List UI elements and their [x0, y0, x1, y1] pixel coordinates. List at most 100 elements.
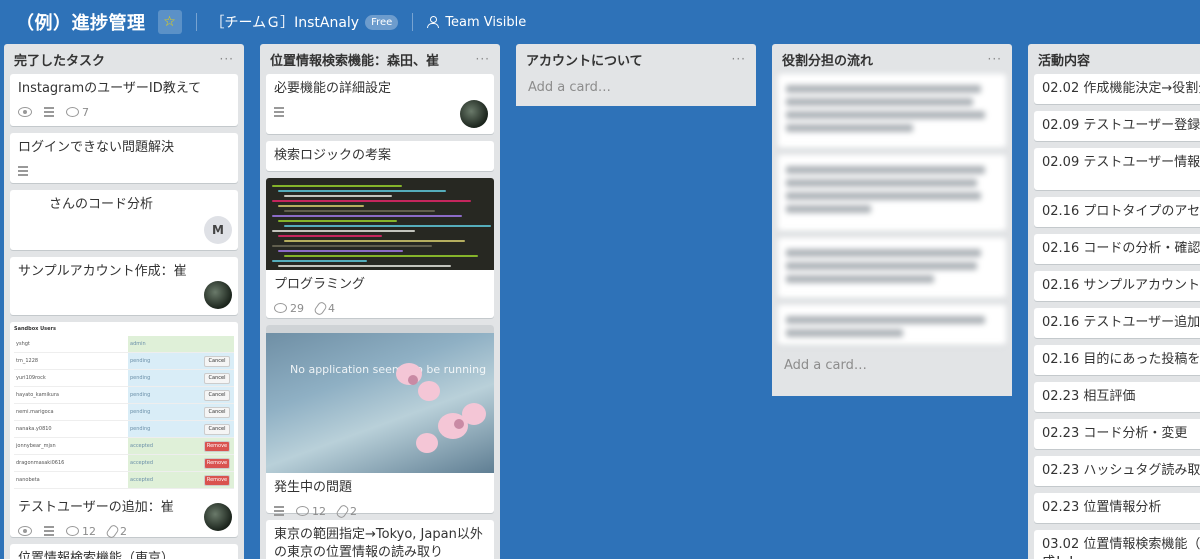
list-location-search: 位置情報検索機能：森田、崔 ··· 必要機能の詳細設定 検索ロジックの考案 プロ… — [260, 44, 500, 559]
card[interactable] — [778, 238, 1006, 298]
card-title: ログインできない問題解決 — [18, 140, 175, 155]
badge-comments: 12 — [66, 525, 96, 538]
card[interactable]: 02.16 目的にあった投稿を行 — [1034, 345, 1200, 375]
username-cell: yshgt — [16, 341, 30, 347]
card[interactable]: 02.16 サンプルアカウント作 — [1034, 271, 1200, 301]
free-badge: Free — [365, 14, 399, 30]
card-badges — [274, 104, 486, 120]
card-title: 発生中の問題 — [274, 480, 353, 495]
cancel-button[interactable]: Cancel — [204, 406, 230, 418]
star-icon[interactable]: ☆ — [157, 10, 182, 34]
card[interactable]: ログインできない問題解決 — [10, 133, 238, 183]
card[interactable]: 03.02 位置情報検索機能（東 成！！ — [1034, 530, 1200, 559]
username-cell: nanobeta — [16, 477, 40, 483]
visibility-button[interactable]: Team Visible — [445, 15, 526, 30]
remove-button[interactable]: Remove — [204, 440, 230, 452]
list-menu-icon[interactable]: ··· — [732, 52, 746, 66]
card[interactable]: 02.02 作成機能決定→役割分 — [1034, 74, 1200, 104]
card-badges — [18, 163, 230, 179]
code-line — [284, 255, 479, 257]
card[interactable]: 東京の範囲指定→Tokyo, Japan以外の東京の位置情報の読み取り — [266, 520, 494, 559]
card-title: サンプルアカウント作成：崔 — [18, 264, 187, 279]
status-label: pending — [130, 375, 151, 381]
card[interactable]: 02.23 コード分析・変更 — [1034, 419, 1200, 449]
list-menu-icon[interactable]: ··· — [220, 52, 234, 66]
team-name[interactable]: ［チームＧ］InstAnaly — [211, 12, 360, 32]
card[interactable]: 02.23 位置情報分析 — [1034, 493, 1200, 523]
card[interactable]: サンプルアカウント作成：崔 — [10, 257, 238, 315]
status-label: admin — [130, 341, 146, 347]
remove-button[interactable]: Remove — [204, 474, 230, 486]
card-title: 02.02 作成機能決定→役割分 — [1042, 81, 1200, 96]
list-menu-icon[interactable]: ··· — [988, 52, 1002, 66]
card-title: 02.16 目的にあった投稿を行 — [1042, 352, 1200, 367]
card-title: 02.16 プロトタイプのアセス — [1042, 204, 1200, 219]
list-title[interactable]: 位置情報検索機能：森田、崔 — [270, 50, 439, 69]
card[interactable]: No application seems to be running 発生中の問… — [266, 325, 494, 519]
table-row: nemi.marigoca pending Cancel — [14, 404, 234, 421]
description-icon — [44, 526, 54, 536]
card[interactable]: プログラミング 29 4 — [266, 178, 494, 318]
avatar[interactable] — [460, 100, 488, 128]
card-title: 02.23 位置情報分析 — [1042, 500, 1162, 515]
card[interactable]: 02.23 相互評価 — [1034, 382, 1200, 412]
card[interactable]: 必要機能の詳細設定 — [266, 74, 494, 134]
badge-comments: 7 — [66, 106, 89, 119]
card[interactable]: 02.09 テストユーザー情報を る — [1034, 148, 1200, 190]
card[interactable] — [778, 74, 1006, 148]
card[interactable]: InstagramのユーザーID教えて 7 — [10, 74, 238, 126]
code-line — [272, 200, 471, 202]
badge-attachments: 4 — [313, 300, 335, 316]
list-title[interactable]: 活動内容 — [1038, 50, 1090, 69]
code-line — [278, 220, 397, 222]
status-cell: pending Cancel — [128, 370, 234, 386]
list-title[interactable]: 役割分担の流れ — [782, 50, 873, 69]
username-cell: dragonmasaki0616 — [16, 460, 65, 466]
code-line — [272, 260, 368, 262]
card[interactable]: 02.09 テストユーザー登録 — [1034, 111, 1200, 141]
cancel-button[interactable]: Cancel — [204, 355, 230, 367]
cover-text: No application seems to be running — [290, 363, 487, 376]
card[interactable]: さんのコード分析 M — [10, 190, 238, 250]
list-header: 位置情報検索機能：森田、崔 ··· — [266, 44, 494, 74]
card[interactable]: 02.16 コードの分析・確認 — [1034, 234, 1200, 264]
code-line — [272, 230, 415, 232]
card-badges: 29 4 — [274, 300, 486, 316]
card[interactable]: 02.16 プロトタイプのアセス — [1034, 197, 1200, 227]
card-title: テストユーザーの追加：崔 — [18, 500, 174, 515]
cancel-button[interactable]: Cancel — [204, 423, 230, 435]
card-title: 02.23 コード分析・変更 — [1042, 426, 1188, 441]
card-title: 必要機能の詳細設定 — [274, 81, 392, 96]
cancel-button[interactable]: Cancel — [204, 372, 230, 384]
username-cell: jonnybear_mjsn — [16, 443, 56, 449]
board-title[interactable]: （例）進捗管理 — [16, 9, 146, 35]
cancel-button[interactable]: Cancel — [204, 389, 230, 401]
list-menu-icon[interactable]: ··· — [476, 52, 490, 66]
card[interactable]: 02.23 ハッシュタグ読み取り — [1034, 456, 1200, 486]
avatar[interactable] — [204, 503, 232, 531]
code-line — [284, 225, 492, 227]
card[interactable]: 位置情報検索機能（東京） — [10, 544, 238, 559]
add-card-button[interactable]: Add a card… — [522, 74, 750, 101]
status-cell: pending Cancel — [128, 404, 234, 420]
username-cell: yuri109rock — [16, 375, 46, 381]
remove-button[interactable]: Remove — [204, 457, 230, 469]
comment-icon — [296, 506, 309, 516]
card-title: さんのコード分析 — [36, 197, 154, 212]
avatar[interactable]: M — [204, 216, 232, 244]
card[interactable] — [778, 305, 1006, 345]
badge-description — [44, 526, 54, 536]
card[interactable]: Sandbox Users yshgt admin tm_1228 pending Ca… — [10, 322, 238, 539]
add-card-button[interactable]: Add a card… — [778, 352, 1006, 379]
card[interactable]: 02.16 テストユーザー追加 — [1034, 308, 1200, 338]
badge-comments: 12 — [296, 505, 326, 518]
avatar[interactable] — [204, 281, 232, 309]
list-title[interactable]: アカウントについて — [526, 50, 643, 69]
card[interactable] — [778, 155, 1006, 231]
status-label: pending — [130, 358, 151, 364]
comment-count: 12 — [82, 524, 96, 538]
card[interactable]: 検索ロジックの考案 — [266, 141, 494, 171]
list-title[interactable]: 完了したタスク — [14, 50, 105, 69]
table-row: hayato_kamikura pending Cancel — [14, 387, 234, 404]
table-rows: yshgt admin tm_1228 pending Cancel yuri109roc… — [14, 336, 234, 489]
